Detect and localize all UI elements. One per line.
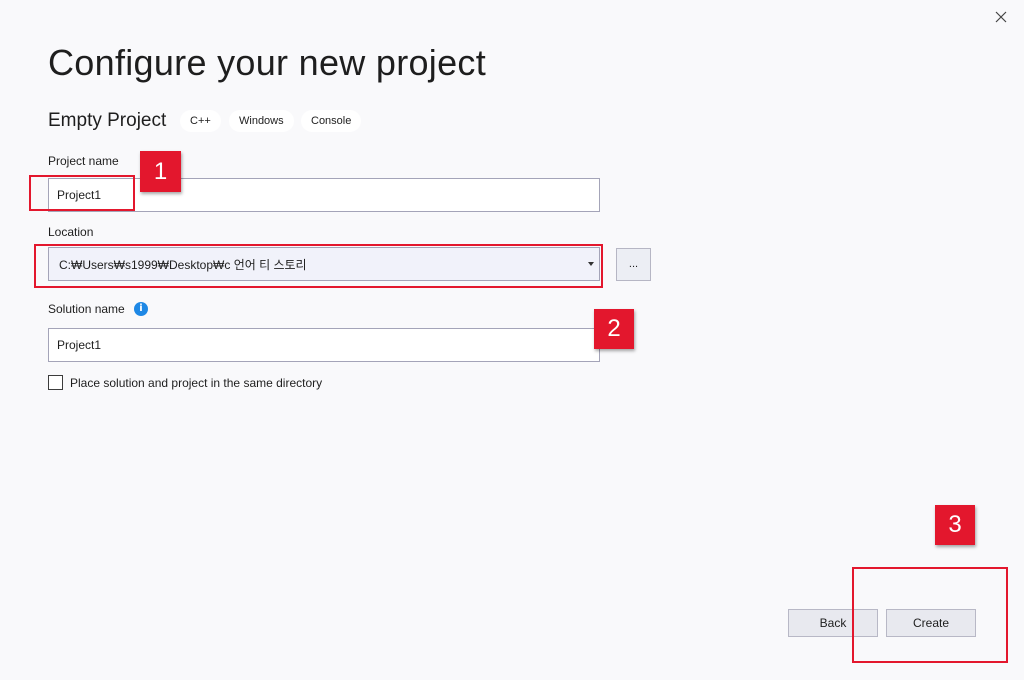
step-badge-2: 2	[594, 309, 634, 349]
page-title: Configure your new project	[48, 42, 487, 83]
solution-name-input[interactable]: Project1	[48, 328, 600, 362]
highlight-create	[852, 567, 1008, 663]
tag-console: Console	[301, 110, 362, 132]
same-directory-checkbox[interactable]	[48, 375, 63, 390]
step-badge-1: 1	[140, 151, 181, 192]
close-icon	[995, 11, 1007, 23]
same-directory-label: Place solution and project in the same d…	[70, 376, 323, 390]
solution-name-label: Solution name	[48, 302, 125, 316]
highlight-project-name	[29, 175, 135, 211]
tag-cpp: C++	[180, 110, 221, 132]
step-badge-3: 3	[935, 505, 975, 545]
close-button[interactable]	[988, 6, 1014, 28]
project-name-label: Project name	[48, 154, 119, 168]
tag-windows: Windows	[229, 110, 294, 132]
template-name: Empty Project	[48, 110, 167, 131]
info-icon[interactable]: i	[134, 302, 148, 316]
location-label: Location	[48, 225, 94, 239]
browse-button[interactable]: ...	[616, 248, 651, 281]
highlight-location	[34, 244, 603, 288]
